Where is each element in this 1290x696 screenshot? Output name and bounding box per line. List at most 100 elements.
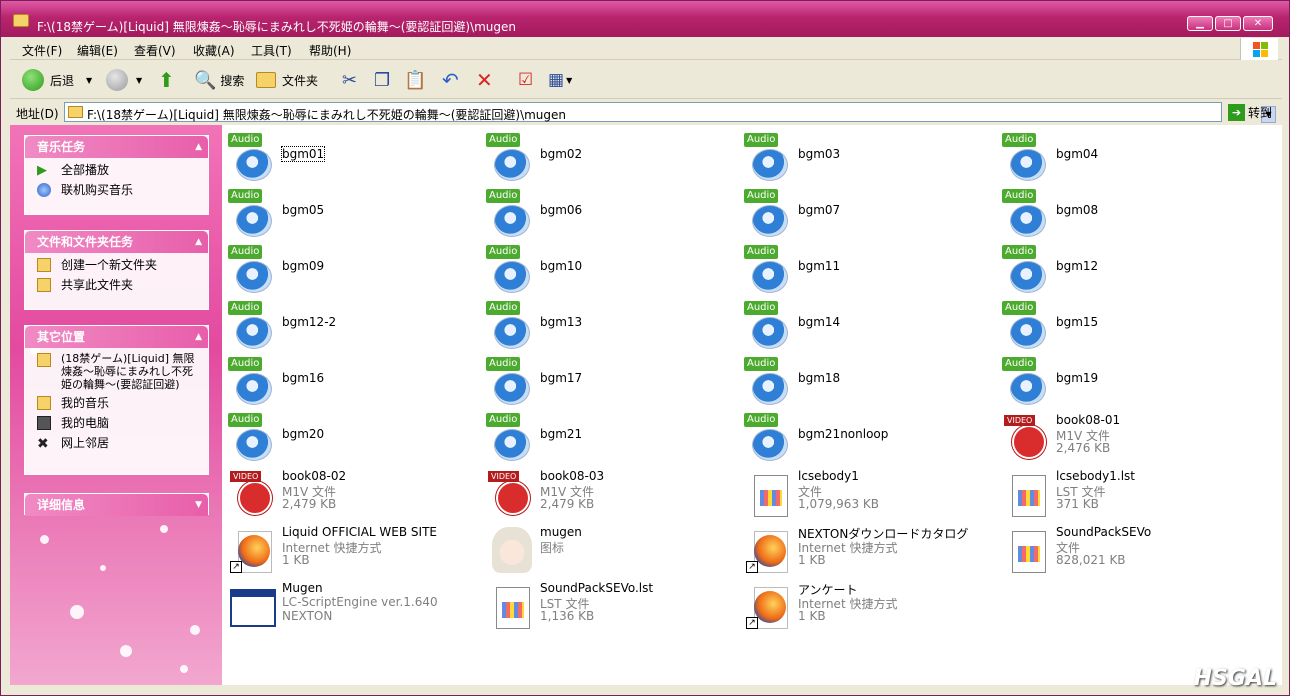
file-item[interactable]: Audio bgm06 xyxy=(482,185,732,239)
file-item[interactable]: mugen 图标 xyxy=(482,521,732,575)
file-item[interactable]: Audio bgm01 xyxy=(224,129,474,183)
audio-badge: Audio xyxy=(486,133,521,147)
file-item[interactable]: Audio bgm16 xyxy=(224,353,474,407)
file-item[interactable]: Audio bgm14 xyxy=(740,297,990,351)
file-name: bgm04 xyxy=(1056,147,1099,161)
file-item[interactable]: Audio bgm11 xyxy=(740,241,990,295)
audio-badge: Audio xyxy=(486,245,521,259)
back-arrow-icon xyxy=(22,69,44,91)
audio-badge: Audio xyxy=(744,357,779,371)
views-button[interactable]: ▦ ▼ xyxy=(548,68,572,92)
undo-button[interactable]: ↶ xyxy=(442,68,459,92)
menu-favorites[interactable]: 收藏(A) xyxy=(193,42,235,59)
file-item[interactable]: Audio bgm04 xyxy=(998,129,1248,183)
title-bar[interactable]: F:\(18禁ゲーム)[Liquid] 無限煉姦～恥辱にまみれし不死姫の輪舞～(… xyxy=(1,1,1289,37)
file-item[interactable]: VIDEO book08-01 M1V 文件 2,476 KB xyxy=(998,409,1248,463)
audio-badge: Audio xyxy=(228,133,263,147)
file-tasks-header[interactable]: 文件和文件夹任务 ▲ xyxy=(25,231,208,253)
file-item[interactable]: Audio bgm21nonloop xyxy=(740,409,990,463)
menu-view[interactable]: 查看(V) xyxy=(134,42,176,59)
network-link[interactable]: ✖ 网上邻居 xyxy=(25,435,208,452)
file-item[interactable]: Audio bgm15 xyxy=(998,297,1248,351)
collapse-icon[interactable]: ▲ xyxy=(195,326,202,348)
audio-file-icon: Audio xyxy=(486,189,534,237)
copy-icon: ❐ xyxy=(374,69,391,91)
other-places-header[interactable]: 其它位置 ▲ xyxy=(25,326,208,348)
file-item[interactable]: VIDEO book08-02 M1V 文件 2,479 KB xyxy=(224,465,474,519)
menu-file[interactable]: 文件(F) xyxy=(22,42,62,59)
folder-icon xyxy=(13,14,29,27)
file-size: 371 KB xyxy=(1056,497,1099,511)
file-item[interactable]: Audio bgm12-2 xyxy=(224,297,474,351)
file-name: bgm21 xyxy=(540,427,583,441)
folders-label: 文件夹 xyxy=(282,73,319,88)
address-input[interactable]: F:\(18禁ゲーム)[Liquid] 無限煉姦～恥辱にまみれし不死姫の輪舞～(… xyxy=(64,102,1276,123)
file-item[interactable]: Audio bgm02 xyxy=(482,129,732,183)
chevron-down-icon[interactable]: ▼ xyxy=(136,76,142,85)
my-computer-link[interactable]: 我的电脑 xyxy=(25,415,208,431)
menu-help[interactable]: 帮助(H) xyxy=(309,42,351,59)
back-button[interactable]: 后退 ▼ xyxy=(22,68,92,92)
my-music-link[interactable]: 我的音乐 xyxy=(25,395,208,411)
file-item[interactable]: Audio bgm19 xyxy=(998,353,1248,407)
audio-file-icon: Audio xyxy=(228,357,276,405)
file-item[interactable]: Audio bgm03 xyxy=(740,129,990,183)
file-item[interactable]: Mugen LC-ScriptEngine ver.1.640 NEXTON xyxy=(224,577,474,631)
file-item[interactable]: Audio bgm10 xyxy=(482,241,732,295)
document-icon xyxy=(1002,469,1050,517)
file-item[interactable]: Audio bgm18 xyxy=(740,353,990,407)
file-item[interactable]: ↗ アンケート Internet 快捷方式 1 KB xyxy=(740,577,990,631)
cut-button[interactable]: ✂ xyxy=(342,68,357,92)
delete-button[interactable]: ✕ xyxy=(476,68,493,92)
folders-button[interactable]: 文件夹 xyxy=(256,68,318,92)
file-tasks-panel: 文件和文件夹任务 ▲ 创建一个新文件夹 共享此文件夹 xyxy=(24,230,209,310)
new-folder-link[interactable]: 创建一个新文件夹 xyxy=(25,257,208,273)
maximize-button[interactable]: □ xyxy=(1215,16,1241,31)
paste-button[interactable]: 📋 xyxy=(404,68,426,92)
details-header[interactable]: 详细信息 ▼ xyxy=(25,494,208,516)
menu-edit[interactable]: 编辑(E) xyxy=(77,42,118,59)
file-item[interactable]: Audio bgm21 xyxy=(482,409,732,463)
menu-tools[interactable]: 工具(T) xyxy=(251,42,292,59)
file-item[interactable]: lcsebody1 文件 1,079,963 KB xyxy=(740,465,990,519)
file-item[interactable]: Audio bgm17 xyxy=(482,353,732,407)
forward-button[interactable]: ▼ xyxy=(106,68,142,92)
file-item[interactable]: SoundPackSEVo 文件 828,021 KB xyxy=(998,521,1248,575)
file-name: bgm08 xyxy=(1056,203,1099,217)
audio-file-icon: Audio xyxy=(228,413,276,461)
collapse-icon[interactable]: ▲ xyxy=(195,231,202,253)
file-item[interactable]: Audio bgm09 xyxy=(224,241,474,295)
parent-folder-link[interactable]: (18禁ゲーム)[Liquid] 無限煉姦～恥辱にまみれし不死姫の輪舞～(要認証… xyxy=(25,352,208,391)
explorer-window: F:\(18禁ゲーム)[Liquid] 無限煉姦～恥辱にまみれし不死姫の輪舞～(… xyxy=(0,0,1290,696)
play-all-link[interactable]: ▶ 全部播放 xyxy=(25,162,208,178)
go-button[interactable]: ➔ 转到 xyxy=(1228,102,1280,122)
music-tasks-header[interactable]: 音乐任务 ▲ xyxy=(25,136,208,158)
file-item[interactable]: lcsebody1.lst LST 文件 371 KB xyxy=(998,465,1248,519)
file-item[interactable]: Audio bgm05 xyxy=(224,185,474,239)
file-item[interactable]: Audio bgm07 xyxy=(740,185,990,239)
file-item[interactable]: Audio bgm20 xyxy=(224,409,474,463)
audio-badge: Audio xyxy=(228,301,263,315)
minimize-button[interactable]: ▁ xyxy=(1187,16,1213,31)
file-item[interactable]: Audio bgm12 xyxy=(998,241,1248,295)
properties-button[interactable]: ☑ xyxy=(518,68,533,92)
up-button[interactable]: ⬆ xyxy=(158,68,175,92)
audio-file-icon: Audio xyxy=(1002,357,1050,405)
file-item[interactable]: ↗ Liquid OFFICIAL WEB SITE Internet 快捷方式 1 … xyxy=(224,521,474,575)
chevron-down-icon[interactable]: ▼ xyxy=(86,76,92,85)
file-item[interactable]: Audio bgm13 xyxy=(482,297,732,351)
buy-music-link[interactable]: 联机购买音乐 xyxy=(25,182,208,198)
file-item[interactable]: SoundPackSEVo.lst LST 文件 1,136 KB xyxy=(482,577,732,631)
expand-icon[interactable]: ▼ xyxy=(195,494,202,516)
search-button[interactable]: 🔍 搜索 xyxy=(194,68,244,92)
document-icon xyxy=(744,469,792,517)
file-item[interactable]: VIDEO book08-03 M1V 文件 2,479 KB xyxy=(482,465,732,519)
file-item[interactable]: ↗ NEXTONダウンロードカタログ Internet 快捷方式 1 KB xyxy=(740,521,990,575)
close-button[interactable]: ✕ xyxy=(1243,16,1273,31)
copy-button[interactable]: ❐ xyxy=(374,68,390,92)
audio-badge: Audio xyxy=(228,245,263,259)
file-item[interactable]: Audio bgm08 xyxy=(998,185,1248,239)
share-folder-link[interactable]: 共享此文件夹 xyxy=(25,277,208,293)
collapse-icon[interactable]: ▲ xyxy=(195,136,202,158)
address-label: 地址(D) xyxy=(16,107,59,121)
